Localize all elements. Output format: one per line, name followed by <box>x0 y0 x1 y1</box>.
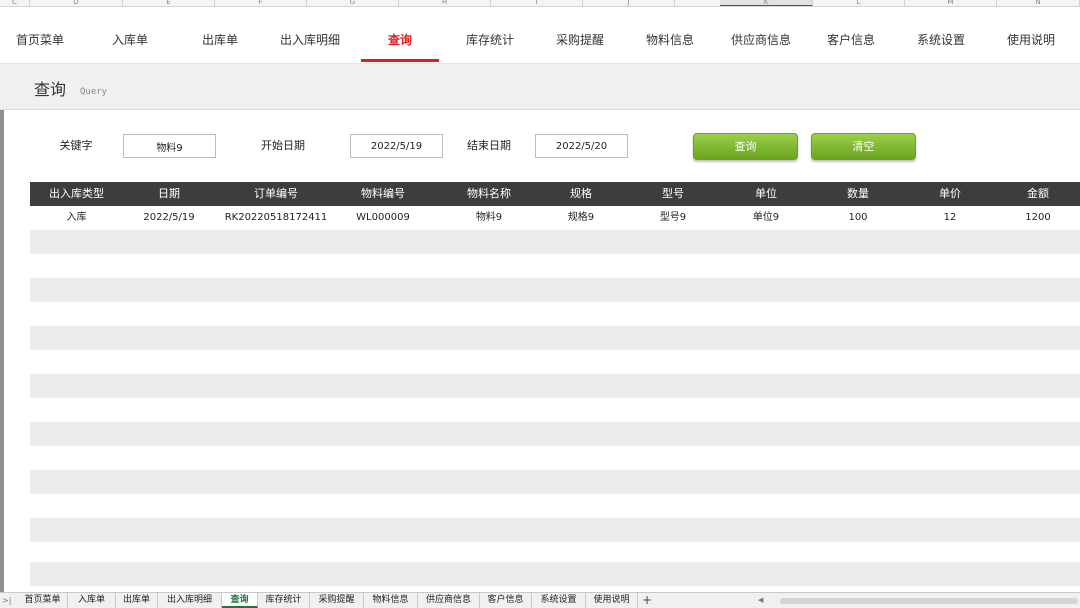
page-subtitle: Query <box>80 87 108 97</box>
results-table-body: 入库 2022/5/19 RK20220518172411 WL000009 物… <box>30 206 1080 586</box>
column-header-strip: C D E F G H I J K L M N <box>0 0 1080 7</box>
column-heading: 型号 <box>662 187 684 200</box>
sheet-tab-outbound[interactable]: 出库单 <box>116 593 158 608</box>
sheet-tab-query[interactable]: 查询 <box>222 593 258 608</box>
table-row-empty[interactable] <box>30 518 1080 542</box>
column-header[interactable]: M <box>905 0 997 6</box>
start-date-input[interactable] <box>350 134 443 158</box>
end-date-input[interactable] <box>535 134 628 158</box>
column-heading: 日期 <box>158 187 180 200</box>
nav-tab-inbound[interactable]: 入库单 <box>90 7 170 64</box>
table-cell[interactable]: 规格9 <box>535 206 627 230</box>
table-cell[interactable]: 2022/5/19 <box>123 206 215 230</box>
table-row-empty[interactable] <box>30 326 1080 350</box>
results-table-header: 出入库类型 日期 订单编号 物料编号 物料名称 规格 型号 单位 数量 单价 金… <box>30 182 1080 206</box>
column-header[interactable]: G <box>307 0 399 6</box>
nav-tab-outbound[interactable]: 出库单 <box>180 7 260 64</box>
column-header[interactable]: E <box>123 0 215 6</box>
column-header-selected[interactable]: K <box>720 0 813 6</box>
sheet-tab-inventory-stats[interactable]: 库存统计 <box>258 593 310 608</box>
title-band: 查询 Query <box>0 64 1080 110</box>
table-row-empty[interactable] <box>30 446 1080 470</box>
end-date-label: 结束日期 <box>467 139 511 152</box>
table-row-empty[interactable] <box>30 230 1080 254</box>
nav-tab-system-settings[interactable]: 系统设置 <box>901 7 981 64</box>
table-row-empty[interactable] <box>30 398 1080 422</box>
start-date-label: 开始日期 <box>261 139 305 152</box>
sheet-tab-purchase-reminder[interactable]: 采购提醒 <box>310 593 364 608</box>
column-heading: 物料名称 <box>467 187 511 200</box>
sheet-nav-arrow-icon[interactable]: >| <box>2 593 11 608</box>
nav-tab-help[interactable]: 使用说明 <box>991 7 1071 64</box>
column-header[interactable]: C <box>0 0 30 6</box>
table-cell[interactable]: 12 <box>904 206 996 230</box>
column-heading: 出入库类型 <box>49 187 104 200</box>
sheet-tab-bar: >| 首页菜单 入库单 出库单 出入库明细 查询 库存统计 采购提醒 物料信息 … <box>0 592 1080 608</box>
table-cell[interactable]: WL000009 <box>337 206 429 230</box>
nav-tab-home-menu[interactable]: 首页菜单 <box>0 7 80 64</box>
table-row-empty[interactable] <box>30 302 1080 326</box>
sheet-tab-material-info[interactable]: 物料信息 <box>364 593 418 608</box>
column-heading: 金额 <box>1027 187 1049 200</box>
sheet-tab-inbound[interactable]: 入库单 <box>68 593 116 608</box>
search-button[interactable]: 查询 <box>693 133 798 160</box>
column-header[interactable]: F <box>215 0 307 6</box>
table-row-empty[interactable] <box>30 470 1080 494</box>
column-heading: 数量 <box>847 187 869 200</box>
table-row-empty[interactable] <box>30 254 1080 278</box>
column-header[interactable]: I <box>491 0 583 6</box>
nav-tab-material-info[interactable]: 物料信息 <box>630 7 710 64</box>
sheet-tab-home-menu[interactable]: 首页菜单 <box>18 593 68 608</box>
nav-tab-purchase-reminder[interactable]: 采购提醒 <box>540 7 620 64</box>
sheet-tab-customer-info[interactable]: 客户信息 <box>480 593 532 608</box>
column-heading: 规格 <box>570 187 592 200</box>
table-cell[interactable]: 1200 <box>996 206 1080 230</box>
nav-tab-inventory-stats[interactable]: 库存统计 <box>450 7 530 64</box>
sheet-tab-help[interactable]: 使用说明 <box>586 593 638 608</box>
table-row-empty[interactable] <box>30 278 1080 302</box>
column-heading: 单价 <box>939 187 961 200</box>
column-heading: 单位 <box>755 187 777 200</box>
nav-tab-query[interactable]: 查询 <box>361 7 439 64</box>
column-header[interactable]: N <box>997 0 1080 6</box>
column-header[interactable]: L <box>813 0 905 6</box>
table-row[interactable]: 入库 2022/5/19 RK20220518172411 WL000009 物… <box>30 206 1080 230</box>
keyword-input[interactable] <box>123 134 216 158</box>
nav-tab-customer-info[interactable]: 客户信息 <box>811 7 891 64</box>
table-row-empty[interactable] <box>30 374 1080 398</box>
column-header[interactable]: J <box>583 0 675 6</box>
table-row-empty[interactable] <box>30 494 1080 518</box>
column-header[interactable]: D <box>30 0 123 6</box>
keyword-label: 关键字 <box>59 139 93 152</box>
sheet-tab-system-settings[interactable]: 系统设置 <box>532 593 586 608</box>
table-cell[interactable]: 物料9 <box>429 206 549 230</box>
clear-button[interactable]: 清空 <box>811 133 916 160</box>
sheet-tab-inout-detail[interactable]: 出入库明细 <box>158 593 222 608</box>
page-title: 查询 <box>34 80 67 99</box>
column-heading: 物料编号 <box>361 187 405 200</box>
table-cell[interactable]: 单位9 <box>720 206 812 230</box>
scroll-left-icon[interactable]: ◀ <box>758 596 763 604</box>
table-row-empty[interactable] <box>30 422 1080 446</box>
table-cell[interactable]: 100 <box>812 206 904 230</box>
table-cell[interactable]: 入库 <box>30 206 123 230</box>
add-sheet-icon[interactable]: + <box>642 593 652 608</box>
left-border <box>0 110 4 592</box>
horizontal-scrollbar[interactable] <box>780 598 1078 604</box>
table-row-empty[interactable] <box>30 562 1080 586</box>
column-heading: 订单编号 <box>254 187 298 200</box>
table-cell[interactable]: 型号9 <box>627 206 719 230</box>
table-row-empty[interactable] <box>30 350 1080 374</box>
sheet-tab-supplier-info[interactable]: 供应商信息 <box>418 593 480 608</box>
column-header[interactable]: H <box>399 0 491 6</box>
table-cell[interactable]: RK20220518172411 <box>215 206 337 230</box>
top-nav: 首页菜单 入库单 出库单 出入库明细 查询 库存统计 采购提醒 物料信息 供应商… <box>0 7 1080 64</box>
nav-tab-inout-detail[interactable]: 出入库明细 <box>270 7 350 64</box>
nav-tab-supplier-info[interactable]: 供应商信息 <box>720 7 802 64</box>
